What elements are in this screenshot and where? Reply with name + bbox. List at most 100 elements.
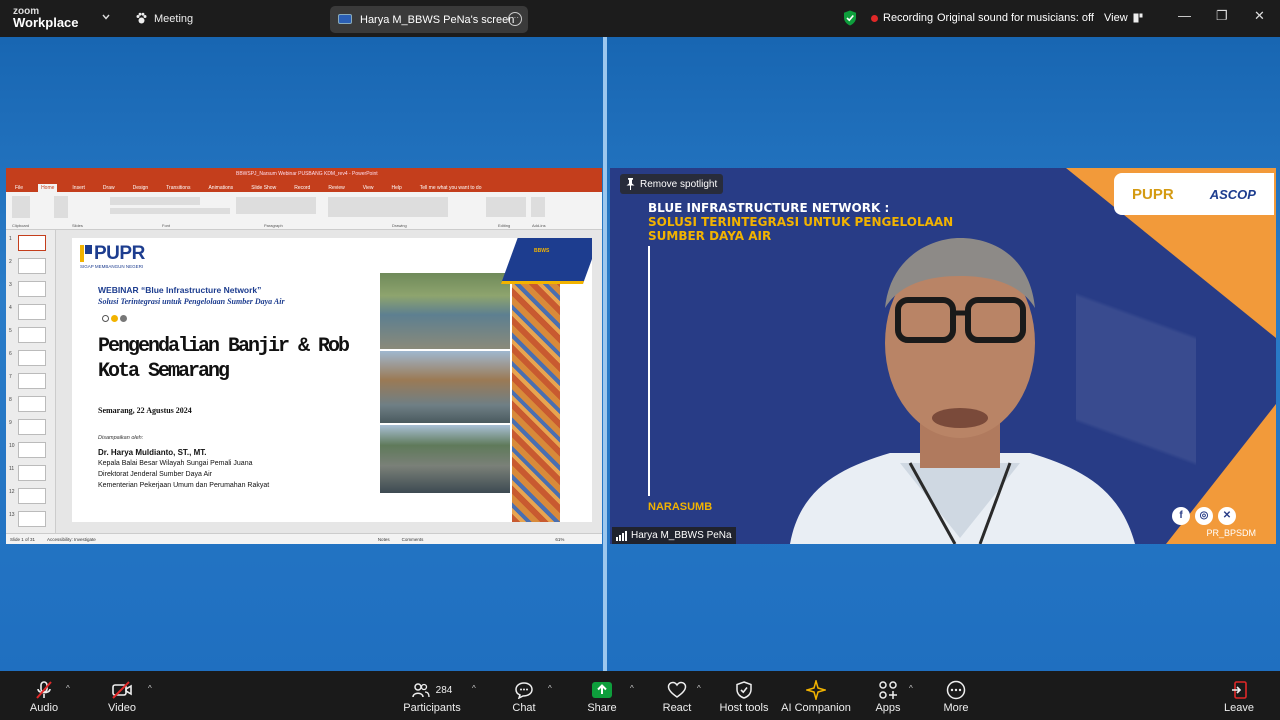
slide-webinar-title: WEBINAR “Blue Infrastructure Network” (98, 285, 262, 295)
ppt-tab-draw[interactable]: Draw (100, 184, 118, 192)
slide-canvas[interactable]: PUPR SIGAP MEMBANGUN NEGERI WEBINAR “Blu… (72, 238, 592, 522)
ppt-tab-home[interactable]: Home (38, 184, 58, 192)
participants-button[interactable]: 284 Participants (398, 679, 466, 714)
slide-thumb[interactable] (18, 511, 46, 527)
remove-spotlight-button[interactable]: Remove spotlight (620, 174, 724, 194)
chevron-down-icon[interactable] (101, 12, 111, 22)
slide-thumbnails[interactable]: 1 2 3 4 5 6 7 8 9 10 11 12 13 (6, 230, 56, 533)
ppt-tab-help[interactable]: Help (388, 184, 404, 192)
host-tools-label: Host tools (719, 702, 769, 714)
comments-button[interactable]: Comments (402, 537, 424, 542)
original-sound-status[interactable]: Original sound for musicians: off (937, 12, 1094, 24)
group-paragraph: Paragraph (264, 223, 283, 228)
thumb-number: 1 (9, 236, 12, 242)
recording-label: Recording (883, 12, 934, 24)
ascop-logo-bg: ASCOP (1209, 186, 1256, 202)
facebook-icon: f (1172, 507, 1190, 525)
ppt-tab-view[interactable]: View (360, 184, 377, 192)
leave-button[interactable]: Leave (1222, 679, 1256, 714)
slide-thumb[interactable] (18, 304, 46, 320)
slide-thumb[interactable] (18, 235, 46, 251)
bg-social-handle: PR_BPSDM (1206, 528, 1256, 538)
ppt-title-bar: BBWSPJ_Narsum Webinar PUSBANG KDM_rev4 -… (6, 168, 602, 180)
addins-button[interactable] (531, 197, 545, 217)
screen-share-pill[interactable]: Harya M_BBWS PeNa's screen ··· (330, 6, 528, 33)
shared-screen-powerpoint[interactable]: BBWSPJ_Narsum Webinar PUSBANG KDM_rev4 -… (6, 168, 602, 544)
share-caret-icon[interactable]: ^ (630, 684, 634, 693)
background-logos: PUPR ASCOP (1114, 173, 1274, 215)
host-tools-button[interactable]: Host tools (716, 679, 772, 714)
slide-thumb[interactable] (18, 327, 46, 343)
audio-button[interactable]: Audio (26, 679, 62, 714)
slide-thumb[interactable] (18, 442, 46, 458)
zoom-level[interactable]: 61% (555, 537, 564, 542)
slide-count: Slide 1 of 31 (10, 536, 36, 542)
slide-thumb[interactable] (18, 281, 46, 297)
more-button[interactable]: More (938, 679, 974, 714)
apps-button[interactable]: Apps (872, 679, 904, 714)
minimize-button[interactable]: — (1178, 8, 1191, 23)
view-label: View (1104, 12, 1128, 24)
slide-thumb[interactable] (18, 373, 46, 389)
ppt-tab-animations[interactable]: Animations (205, 184, 236, 192)
slide-thumb[interactable] (18, 488, 46, 504)
dot-white (102, 315, 109, 322)
pin-icon (626, 178, 635, 190)
ai-companion-button[interactable]: AI Companion (780, 679, 852, 714)
video-caret-icon[interactable]: ^ (148, 684, 152, 693)
new-slide-button[interactable] (54, 196, 68, 218)
ppt-tell-me[interactable]: Tell me what you want to do (417, 184, 485, 192)
apps-caret-icon[interactable]: ^ (909, 684, 913, 693)
thumb-number: 2 (9, 259, 12, 265)
slide-thumb[interactable] (18, 350, 46, 366)
social-icons: f ◎ ✕ (1172, 507, 1236, 525)
ppt-ribbon-tabs: File Home Insert Draw Design Transitions… (6, 180, 602, 192)
react-button[interactable]: React (660, 679, 694, 714)
drawing-shapes[interactable] (328, 197, 448, 217)
ppt-tab-transitions[interactable]: Transitions (163, 184, 193, 192)
font-format-buttons[interactable] (110, 208, 230, 214)
participants-caret-icon[interactable]: ^ (472, 684, 476, 693)
font-box[interactable] (110, 197, 200, 205)
paste-button[interactable] (12, 196, 30, 218)
chat-caret-icon[interactable]: ^ (548, 684, 552, 693)
chat-button[interactable]: Chat (506, 679, 542, 714)
flooded-road-photo (380, 425, 510, 493)
editing-buttons[interactable] (486, 197, 526, 217)
meeting-menu[interactable]: Meeting (135, 12, 193, 25)
bg-title-line2: SOLUSI TERINTEGRASI UNTUK PENGELOLAAN (648, 215, 954, 229)
thumb-number: 9 (9, 420, 12, 426)
x-icon: ✕ (1218, 507, 1236, 525)
react-caret-icon[interactable]: ^ (697, 684, 701, 693)
slide-photo-collage (380, 273, 510, 493)
signal-bars-icon (616, 530, 627, 541)
restore-button[interactable]: ❐ (1216, 8, 1228, 24)
slide-thumb[interactable] (18, 419, 46, 435)
ppt-tab-file[interactable]: File (12, 184, 26, 192)
shield-check-icon[interactable] (843, 10, 857, 26)
react-label: React (662, 702, 692, 714)
pupr-logo: PUPR SIGAP MEMBANGUN NEGERI (80, 244, 145, 269)
view-button[interactable]: View (1104, 12, 1143, 24)
close-button[interactable]: ✕ (1254, 8, 1265, 24)
recording-indicator[interactable]: Recording (871, 12, 933, 24)
ppt-tab-slideshow[interactable]: Slide Show (248, 184, 279, 192)
split-divider[interactable] (603, 37, 607, 671)
video-button[interactable]: Video (104, 679, 140, 714)
paragraph-buttons[interactable] (236, 197, 316, 214)
ppt-tab-design[interactable]: Design (130, 184, 152, 192)
audio-caret-icon[interactable]: ^ (66, 684, 70, 693)
slide-thumb[interactable] (18, 465, 46, 481)
thumb-number: 4 (9, 305, 12, 311)
slide-thumb[interactable] (18, 258, 46, 274)
notes-button[interactable]: Notes (378, 537, 390, 542)
more-options-icon[interactable]: ··· (508, 12, 522, 26)
group-editing: Editing (498, 223, 511, 228)
slide-thumb[interactable] (18, 396, 46, 412)
share-button[interactable]: Share (584, 679, 620, 714)
accessibility-status[interactable]: Accessibility: Investigate (47, 537, 96, 542)
ppt-tab-review[interactable]: Review (325, 184, 347, 192)
speaker-video-tile[interactable]: PUPR ASCOP BLUE INFRASTRUCTURE NETWORK :… (610, 168, 1276, 544)
ppt-tab-insert[interactable]: Insert (69, 184, 88, 192)
ppt-tab-record[interactable]: Record (291, 184, 313, 192)
